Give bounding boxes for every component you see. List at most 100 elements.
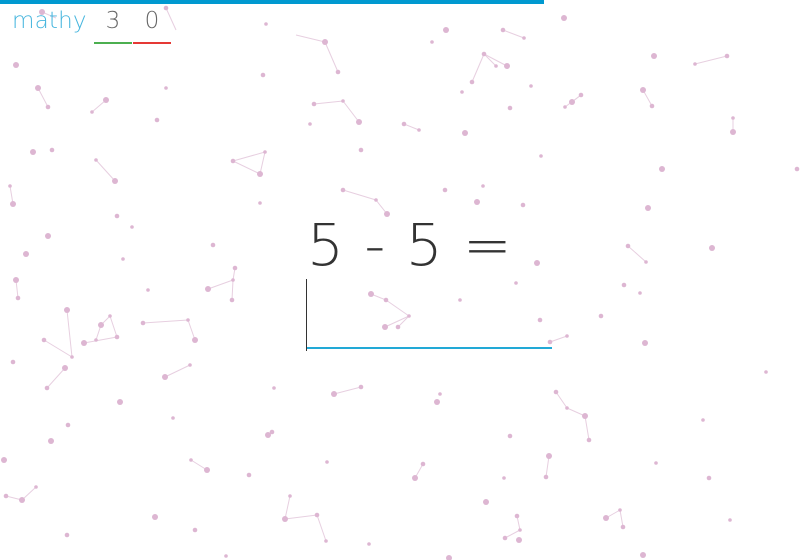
constellation-line — [231, 279, 234, 301]
constellation-line — [313, 100, 344, 105]
constellation-dot — [164, 86, 168, 90]
constellation-dot — [90, 110, 94, 114]
constellation-dot — [578, 92, 584, 98]
constellation-dot — [62, 365, 68, 371]
constellation-dot — [504, 63, 510, 69]
constellation-dot — [231, 278, 235, 282]
constellation-dot — [469, 79, 475, 85]
constellation-dot — [224, 554, 228, 558]
constellation-dot — [507, 433, 513, 439]
constellation-dot — [442, 187, 448, 193]
constellation-line — [549, 335, 568, 343]
constellation-line — [694, 55, 728, 65]
constellation-dot — [502, 476, 506, 480]
constellation-dot — [81, 340, 87, 346]
constellation-line — [627, 245, 647, 263]
constellation-dot — [565, 406, 569, 410]
constellation-dot — [565, 334, 569, 338]
constellation-dot — [314, 512, 320, 518]
constellation-dot — [794, 166, 800, 172]
constellation-line — [502, 29, 525, 39]
constellation-line — [164, 364, 191, 378]
constellation-dot — [210, 242, 216, 248]
constellation-line — [187, 319, 196, 341]
constellation-dot — [264, 22, 268, 26]
answer-input[interactable] — [306, 277, 552, 349]
constellation-dot — [64, 532, 70, 538]
wrong-score-underline — [133, 42, 171, 44]
constellation-dot — [764, 370, 768, 374]
constellation-dot — [543, 474, 549, 480]
constellation-line — [483, 53, 497, 67]
constellation-dot — [529, 84, 533, 88]
constellation-dot — [625, 243, 631, 249]
constellation-dot — [706, 475, 712, 481]
constellation-dot — [15, 295, 21, 301]
constellation-dot — [534, 260, 540, 266]
constellation-dot — [229, 297, 235, 303]
constellation-dot — [474, 199, 480, 205]
constellation-dot — [188, 363, 192, 367]
correct-score-underline — [94, 42, 132, 44]
constellation-dot — [171, 416, 175, 420]
constellation-dot — [103, 97, 109, 103]
constellation-line — [584, 415, 590, 441]
constellation-dot — [41, 337, 47, 343]
constellation-dot — [481, 184, 485, 188]
correct-score: 3 — [105, 8, 121, 34]
constellation-dot — [114, 213, 120, 219]
constellation-dot — [620, 524, 626, 530]
constellation-dot — [645, 205, 651, 211]
constellation-dot — [325, 460, 329, 464]
constellation-dot — [152, 514, 158, 520]
constellation-line — [619, 509, 624, 528]
constellation-line — [232, 151, 266, 162]
constellation-dot — [8, 184, 12, 188]
constellation-line — [342, 189, 377, 201]
constellation-dot — [121, 257, 125, 261]
constellation-dot — [48, 438, 54, 444]
constellation-dot — [367, 542, 371, 546]
constellation-dot — [701, 418, 705, 422]
constellation-dot — [1, 457, 7, 463]
constellation-dot — [728, 518, 732, 522]
constellation-line — [471, 53, 485, 83]
constellation-line — [333, 386, 362, 395]
constellation-dot — [693, 62, 697, 66]
constellation-dot — [420, 461, 426, 467]
constellation-dot — [10, 201, 16, 207]
constellation-dot — [642, 340, 648, 346]
constellation-dot — [117, 399, 123, 405]
constellation-dot — [35, 85, 41, 91]
constellation-dot — [34, 485, 38, 489]
constellation-dot — [94, 158, 98, 162]
constellation-dot — [640, 552, 646, 558]
constellation-dot — [434, 399, 440, 405]
constellation-dot — [23, 251, 29, 257]
constellation-line — [207, 279, 234, 290]
constellation-dot — [308, 122, 312, 126]
constellation-dot — [460, 90, 464, 94]
constellation-dot — [13, 62, 19, 68]
constellation-dot — [49, 147, 55, 153]
constellation-dot — [246, 472, 252, 478]
constellation-dot — [446, 555, 452, 560]
constellation-dot — [569, 99, 575, 105]
constellation-dot — [561, 15, 567, 21]
constellation-line — [259, 151, 266, 175]
constellation-dot — [272, 386, 276, 390]
constellation-dot — [140, 320, 146, 326]
constellation-dot — [311, 101, 317, 107]
constellation-dot — [65, 422, 71, 428]
constellation-dot — [288, 494, 292, 498]
equation: 5 - 5 = — [307, 211, 513, 279]
constellation-dot — [324, 539, 328, 543]
constellation-dot — [640, 87, 646, 93]
constellation-line — [324, 41, 339, 73]
constellation-dot — [507, 105, 513, 111]
constellation-dot — [638, 291, 642, 295]
constellation-dot — [269, 429, 275, 435]
constellation-dot — [98, 322, 104, 328]
constellation-dot — [112, 178, 118, 184]
constellation-dot — [621, 282, 627, 288]
